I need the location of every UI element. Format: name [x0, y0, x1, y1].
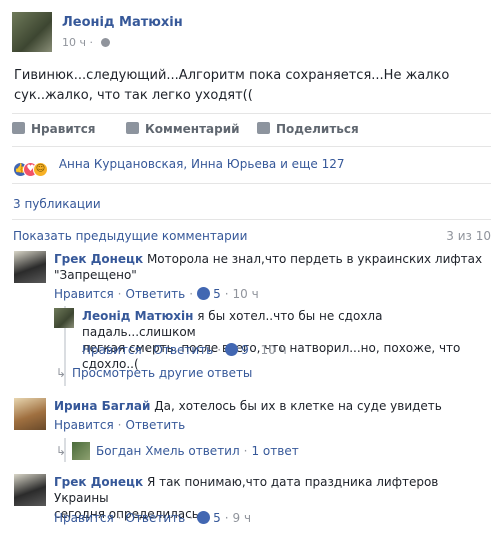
commenter-name[interactable]: Ирина Баглай	[54, 399, 150, 413]
comment-reply-link[interactable]: Ответить	[126, 511, 186, 525]
author-name[interactable]: Леонід Матюхін	[62, 15, 183, 30]
comment-like-link[interactable]: Нравится	[54, 511, 114, 525]
comment-like-link[interactable]: Нравится	[54, 418, 114, 432]
commenter-avatar[interactable]	[14, 251, 46, 283]
view-more-replies[interactable]: ↳ Просмотреть другие ответы	[56, 366, 252, 380]
divider	[12, 146, 491, 147]
haha-reaction-icon: ☺	[33, 162, 48, 177]
comment-like-link[interactable]: Нравится	[54, 287, 114, 301]
post-meta: 10 ч ·	[62, 36, 110, 49]
comment: Грек Донецк Я так понимаю,что дата празд…	[14, 474, 491, 530]
divider	[12, 113, 491, 114]
comment-body: Леонід Матюхін я бы хотел..что бы не сдо…	[82, 309, 461, 371]
globe-icon	[100, 38, 110, 47]
comment-reply-link[interactable]: Ответить	[126, 287, 186, 301]
reactions-summary[interactable]: 👍♥☺ Анна Курцановская, Инна Юрьева и еще…	[13, 157, 345, 177]
share-icon	[257, 122, 270, 134]
author-avatar[interactable]	[12, 12, 52, 52]
commenter-avatar[interactable]	[14, 474, 46, 506]
comment: Грек Донецк Моторола не знал,что пердеть…	[14, 251, 491, 303]
comment: Ирина Баглай Да, хотелось бы их в клетке…	[14, 398, 491, 434]
comment-button[interactable]: Комментарий	[126, 122, 240, 136]
comment-text: Да, хотелось бы их в клетке на суде увид…	[154, 399, 442, 413]
share-button[interactable]: Поделиться	[257, 122, 359, 136]
commenter-name[interactable]: Грек Донецк	[54, 475, 143, 489]
replier-avatar	[72, 442, 90, 460]
replies-summary[interactable]: ↳ Богдан Хмель ответил · 1 ответ	[56, 442, 299, 460]
comment-reply-link[interactable]: Ответить	[126, 418, 186, 432]
comment-time[interactable]: 10 ч	[233, 287, 259, 301]
comment-meta: Нравится · Ответить	[54, 418, 186, 432]
comment-text: Моторола не знал,что пердеть в украински…	[146, 252, 483, 266]
show-previous-comments[interactable]: Показать предыдущие комментарии	[13, 229, 247, 243]
comment-like-count[interactable]: 5	[213, 287, 221, 301]
divider	[12, 183, 491, 184]
post-text: Гивинюк...следующий...Алгоритм пока сохр…	[14, 68, 450, 103]
comment-time[interactable]: 9 ч	[233, 511, 252, 525]
comment-body: Грек Донецк Моторола не знал,что пердеть…	[54, 252, 483, 282]
reply-arrow-icon: ↳	[56, 444, 67, 458]
comment-like-count[interactable]: 9	[241, 343, 249, 357]
comment-icon	[126, 122, 139, 134]
reply-comment: Леонід Матюхін я бы хотел..что бы не сдо…	[54, 308, 491, 371]
comment-time[interactable]: 10 ч	[261, 343, 287, 357]
comment-meta: Нравится · Ответить · 5 · 9 ч	[54, 511, 252, 525]
reply-arrow-icon: ↳	[56, 366, 67, 380]
comment-body: Ирина Баглай Да, хотелось бы их в клетке…	[54, 398, 484, 414]
like-icon	[197, 511, 211, 524]
commenter-name[interactable]: Грек Донецк	[54, 252, 143, 266]
comment-reply-link[interactable]: Ответить	[154, 343, 214, 357]
commenter-avatar[interactable]	[14, 398, 46, 430]
commenter-name[interactable]: Леонід Матюхін	[82, 309, 193, 323]
like-icon	[197, 287, 211, 300]
post-time[interactable]: 10 ч	[62, 36, 86, 49]
comment-like-link[interactable]: Нравится	[82, 343, 142, 357]
divider	[12, 219, 491, 220]
thumbs-up-icon	[12, 122, 25, 134]
like-button[interactable]: Нравится	[12, 122, 96, 136]
post-actions: Нравится Комментарий Поделиться	[12, 122, 490, 140]
comment-meta: Нравится · Ответить · 5 · 10 ч	[54, 287, 259, 301]
reaction-names[interactable]: Анна Курцановская, Инна Юрьева и еще 127	[59, 157, 345, 171]
shares-link[interactable]: 3 публикации	[13, 197, 101, 211]
commenter-avatar[interactable]	[54, 308, 74, 328]
comment-meta: Нравится · Ответить · 9 · 10 ч	[82, 343, 287, 357]
like-icon	[225, 343, 239, 356]
comment-count: 3 из 10	[446, 229, 491, 243]
comment-like-count[interactable]: 5	[213, 511, 221, 525]
